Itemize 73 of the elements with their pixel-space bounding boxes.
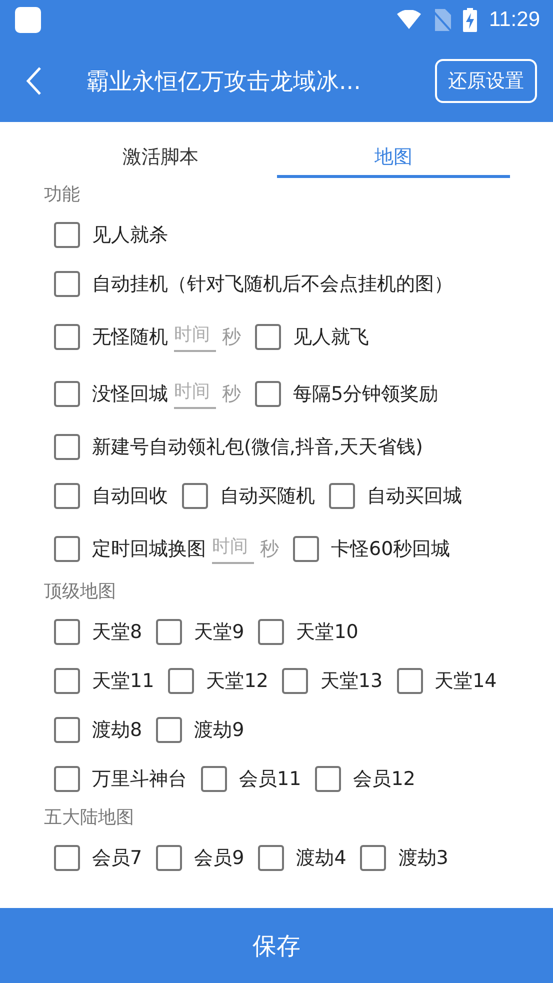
wifi-icon: [397, 10, 421, 30]
checkbox[interactable]: [54, 844, 80, 870]
checkbox[interactable]: [156, 844, 182, 870]
checkbox-label: 自动回收: [92, 484, 168, 508]
checkbox-label: 渡劫4: [296, 846, 346, 870]
checkbox[interactable]: [54, 482, 80, 508]
checkbox-label: 天堂10: [296, 620, 358, 644]
status-time: 11:29: [489, 8, 540, 32]
checkbox-label: 天堂13: [320, 668, 383, 694]
checkbox-label: 无怪随机: [92, 324, 168, 350]
checkbox[interactable]: [182, 482, 208, 508]
checkbox-label: 自动买随机: [220, 484, 315, 508]
checkbox-label: 没怪回城: [92, 382, 168, 406]
checkbox[interactable]: [156, 716, 182, 742]
checkbox-label: 自动买回城: [367, 484, 462, 508]
checkbox[interactable]: [54, 380, 80, 406]
checkbox[interactable]: [54, 618, 80, 644]
checkbox[interactable]: [54, 766, 80, 792]
tab[interactable]: 地图: [277, 122, 510, 178]
checkbox-label: 每隔5分钟领奖励: [293, 382, 438, 406]
checkbox[interactable]: [258, 844, 284, 870]
no-sim-icon: [433, 9, 451, 31]
checkbox[interactable]: [201, 766, 227, 792]
unit-label: 秒: [222, 382, 241, 406]
checkbox-label: 新建号自动领礼包(微信,抖音,天天省钱): [92, 434, 423, 460]
checkbox[interactable]: [255, 380, 281, 406]
checkbox[interactable]: [258, 618, 284, 644]
reset-settings-button[interactable]: 还原设置: [435, 59, 537, 103]
checkbox[interactable]: [54, 222, 80, 248]
back-icon[interactable]: [26, 67, 42, 95]
checkbox[interactable]: [156, 618, 182, 644]
checkbox[interactable]: [315, 766, 342, 792]
checkbox[interactable]: [54, 270, 80, 296]
unit-label: 秒: [260, 536, 279, 562]
checkbox[interactable]: [255, 324, 281, 350]
checkbox[interactable]: [54, 324, 80, 350]
checkbox-label: 卡怪60秒回城: [331, 536, 450, 562]
checkbox-label: 渡劫9: [194, 718, 244, 742]
page-title: 霸业永恒亿万攻击龙域冰...: [86, 68, 362, 96]
checkbox-label: 会员7: [92, 846, 142, 870]
checkbox-label: 天堂11: [92, 668, 154, 694]
checkbox-label: 会员11: [239, 766, 302, 792]
tab[interactable]: 激活脚本: [44, 122, 277, 178]
checkbox-label: 渡劫8: [92, 718, 142, 742]
checkbox-label: 渡劫3: [398, 846, 448, 870]
battery-charging-icon: [463, 8, 477, 32]
section-title: 五大陆地图: [44, 806, 135, 830]
save-button[interactable]: 保存: [0, 908, 553, 983]
checkbox[interactable]: [282, 668, 308, 694]
checkbox[interactable]: [360, 844, 386, 870]
checkbox-label: 见人就飞: [293, 324, 369, 350]
checkbox-label: 见人就杀: [92, 222, 168, 248]
checkbox-label: 定时回城换图: [92, 536, 206, 562]
section-title: 顶级地图: [44, 580, 117, 604]
section-title: 功能: [44, 183, 81, 207]
checkbox-label: 天堂8: [92, 620, 142, 644]
unit-label: 秒: [222, 324, 241, 350]
checkbox[interactable]: [54, 716, 80, 742]
checkbox[interactable]: [293, 536, 319, 562]
checkbox-label: 自动挂机（针对飞随机后不会点挂机的图）: [92, 272, 453, 296]
checkbox-label: 万里斗神台: [92, 766, 187, 792]
checkbox-label: 会员12: [353, 766, 416, 792]
checkbox[interactable]: [54, 434, 80, 460]
checkbox[interactable]: [54, 668, 80, 694]
checkbox-label: 天堂9: [194, 620, 244, 644]
checkbox-label: 天堂14: [434, 668, 497, 694]
checkbox-label: 天堂12: [206, 668, 268, 694]
checkbox-label: 会员9: [194, 846, 244, 870]
checkbox[interactable]: [168, 668, 194, 694]
checkbox[interactable]: [396, 668, 423, 694]
app-notification-icon: [15, 7, 41, 33]
checkbox[interactable]: [329, 482, 355, 508]
checkbox[interactable]: [54, 536, 80, 562]
